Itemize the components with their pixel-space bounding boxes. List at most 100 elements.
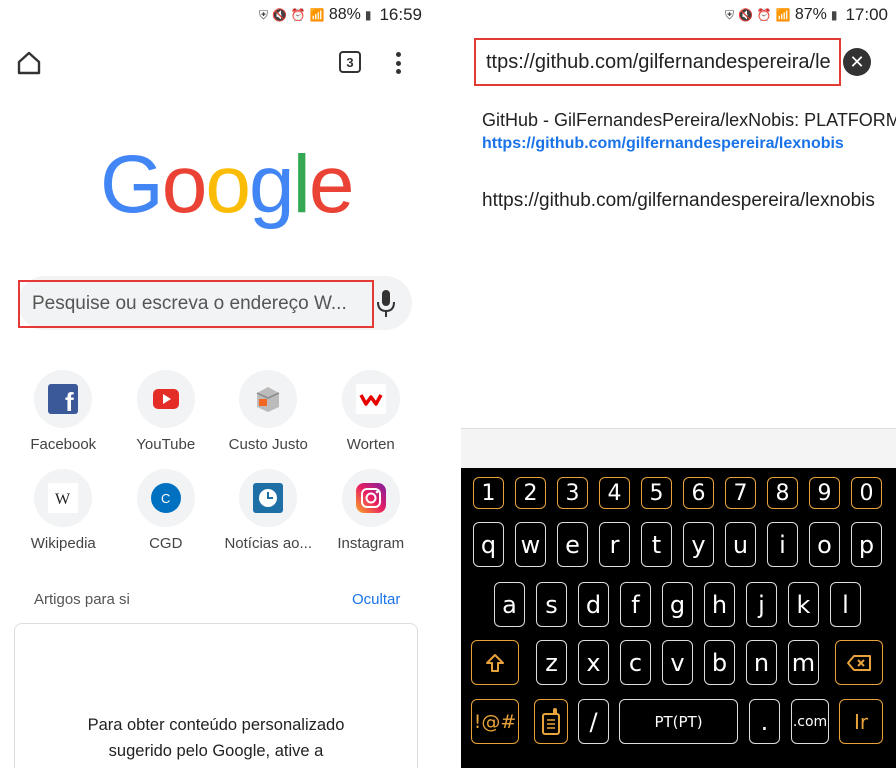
key-v[interactable]: v (662, 640, 693, 685)
omnibox-search-input[interactable]: Pesquise ou escreva o endereço W... (18, 280, 374, 328)
key-f[interactable]: f (620, 582, 651, 627)
shortcut-tile-facebook[interactable]: f Facebook (12, 370, 115, 453)
logo-letter: o (161, 139, 208, 230)
logo-letter: e (308, 139, 355, 230)
slash-key[interactable]: / (578, 699, 609, 744)
shortcut-tile-wikipedia[interactable]: W Wikipedia (12, 469, 115, 552)
status-bar: ⛨ 🔇 ⏰ 📶 87% ▮ 17:00 (461, 0, 896, 30)
clock-icon (253, 483, 284, 513)
key-m[interactable]: m (788, 640, 819, 685)
key-n[interactable]: n (746, 640, 777, 685)
clipboard-key[interactable] (534, 699, 568, 744)
alarm-icon: ⏰ (290, 8, 306, 22)
period-key[interactable]: . (749, 699, 780, 744)
home-icon (17, 51, 41, 75)
notification-icon: ⛨ (724, 7, 734, 22)
shortcut-tile-cgd[interactable]: C CGD (115, 469, 218, 552)
cgd-icon: C (150, 483, 181, 513)
key-9[interactable]: 9 (809, 477, 840, 509)
key-w[interactable]: w (515, 522, 546, 567)
omnibox-url-input[interactable]: ttps://github.com/gilfernandespereira/le (474, 38, 841, 86)
key-p[interactable]: p (851, 522, 882, 567)
key-e[interactable]: e (557, 522, 588, 567)
backspace-key[interactable] (835, 640, 883, 685)
logo-letter: l (292, 139, 311, 230)
key-0[interactable]: 0 (851, 477, 882, 509)
dotcom-key[interactable]: .com (791, 699, 829, 744)
suggestion-title[interactable]: GitHub - GilFernandesPereira/lexNobis: P… (482, 110, 896, 131)
personalization-card: Para obter conteúdo personalizado sugeri… (14, 623, 418, 768)
card-text-line: Para obter conteúdo personalizado (87, 716, 345, 734)
battery-percent: 87% (794, 6, 827, 23)
tab-switcher-button[interactable]: 3 (339, 51, 361, 73)
svg-text:W: W (55, 491, 71, 508)
battery-icon: ▮ (364, 8, 372, 22)
key-t[interactable]: t (641, 522, 672, 567)
key-z[interactable]: z (536, 640, 567, 685)
clipboard-icon (542, 707, 560, 735)
key-b[interactable]: b (704, 640, 735, 685)
key-u[interactable]: u (725, 522, 756, 567)
wifi-icon: 📶 (775, 8, 791, 22)
shift-key[interactable] (471, 640, 519, 685)
key-1[interactable]: 1 (473, 477, 504, 509)
shortcut-tile-worten[interactable]: Worten (320, 370, 423, 453)
key-d[interactable]: d (578, 582, 609, 627)
voice-search-button[interactable] (376, 288, 396, 320)
shortcut-label: Notícias ao... (224, 535, 313, 552)
keyboard-toolbar (461, 428, 896, 468)
clear-url-button[interactable]: ✕ (843, 48, 871, 76)
close-icon: ✕ (849, 51, 865, 72)
key-i[interactable]: i (767, 522, 798, 567)
shortcut-tile-custo-justo[interactable]: Custo Justo (217, 370, 320, 453)
key-7[interactable]: 7 (725, 477, 756, 509)
hide-articles-link[interactable]: Ocultar (352, 591, 400, 608)
shortcut-tile-youtube[interactable]: YouTube (115, 370, 218, 453)
shortcut-tile-instagram[interactable]: Instagram (320, 469, 423, 552)
key-r[interactable]: r (599, 522, 630, 567)
suggestion-url[interactable]: https://github.com/gilfernandespereira/l… (482, 135, 844, 153)
shift-icon (486, 653, 504, 672)
overflow-menu-button[interactable] (388, 50, 408, 76)
key-a[interactable]: a (494, 582, 525, 627)
key-c[interactable]: c (620, 640, 651, 685)
wikipedia-icon: W (48, 483, 79, 513)
key-2[interactable]: 2 (515, 477, 546, 509)
key-3[interactable]: 3 (557, 477, 588, 509)
key-6[interactable]: 6 (683, 477, 714, 509)
key-h[interactable]: h (704, 582, 735, 627)
key-l[interactable]: l (830, 582, 861, 627)
suggestion-url-plain[interactable]: https://github.com/gilfernandespereira/l… (482, 190, 875, 212)
shortcut-label: CGD (149, 535, 183, 552)
key-j[interactable]: j (746, 582, 777, 627)
backspace-icon (847, 654, 871, 671)
shortcut-label: Worten (346, 436, 395, 453)
worten-icon (355, 384, 386, 414)
custo-justo-icon (256, 387, 280, 412)
key-x[interactable]: x (578, 640, 609, 685)
clock: 16:59 (379, 5, 422, 24)
home-button[interactable] (14, 48, 44, 78)
key-4[interactable]: 4 (599, 477, 630, 509)
alarm-icon: ⏰ (756, 8, 772, 22)
symbols-key[interactable]: !@# (471, 699, 519, 744)
key-q[interactable]: q (473, 522, 504, 567)
key-5[interactable]: 5 (641, 477, 672, 509)
shortcut-tile-noticias[interactable]: Notícias ao... (217, 469, 320, 552)
key-o[interactable]: o (809, 522, 840, 567)
enter-key[interactable]: Ir (839, 699, 883, 744)
status-bar: ⛨ 🔇 ⏰ 📶 88% ▮ 16:59 (0, 0, 430, 30)
shortcut-label: Custo Justo (228, 436, 308, 453)
key-y[interactable]: y (683, 522, 714, 567)
mute-icon: 🔇 (737, 8, 753, 22)
microphone-icon (377, 290, 395, 317)
mute-icon: 🔇 (271, 8, 287, 22)
key-g[interactable]: g (662, 582, 693, 627)
key-8[interactable]: 8 (767, 477, 798, 509)
chrome-url-entry-screen: ⛨ 🔇 ⏰ 📶 87% ▮ 17:00 ttps://github.com/gi… (461, 0, 896, 768)
shortcut-label: Wikipedia (30, 535, 96, 552)
key-s[interactable]: s (536, 582, 567, 627)
key-k[interactable]: k (788, 582, 819, 627)
space-key[interactable]: PT(PT) (619, 699, 738, 744)
articles-section-label: Artigos para si (34, 591, 130, 608)
